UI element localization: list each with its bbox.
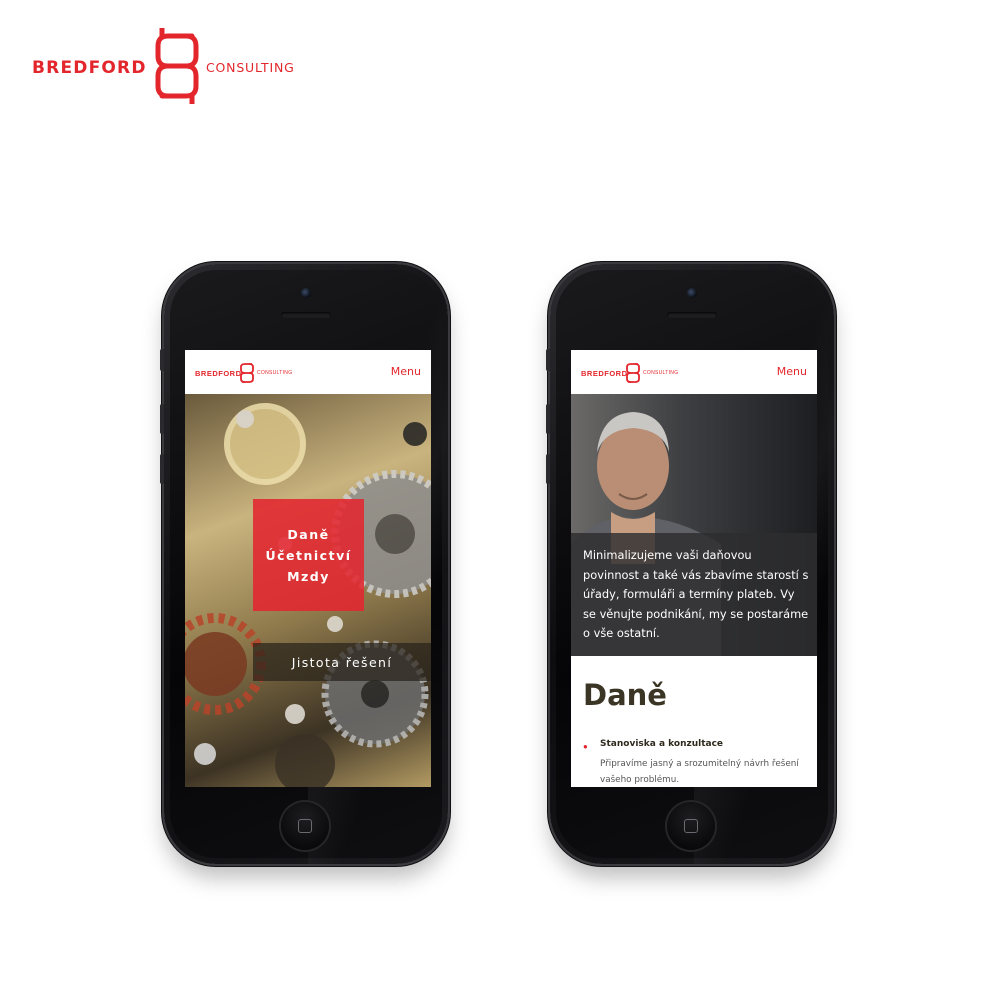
site-logo-name: BREDFORD	[195, 369, 242, 378]
phone-mockup-right: BREDFORD CONSULTING Menu Minimalizujeme …	[546, 264, 834, 864]
service-item-description: Připravíme jasný a srozumitelný návrh ře…	[600, 759, 799, 785]
site-header: BREDFORD CONSULTING Menu	[571, 350, 817, 394]
home-button[interactable]	[281, 802, 329, 850]
speaker-grille	[667, 312, 717, 318]
site-logo-tagline: CONSULTING	[643, 370, 679, 376]
brand-mark-icon	[155, 28, 199, 104]
menu-button[interactable]: Menu	[777, 365, 807, 378]
volume-up-button	[160, 404, 164, 434]
mute-switch	[160, 349, 164, 371]
volume-down-button	[546, 454, 550, 484]
volume-down-button	[160, 454, 164, 484]
service-ucetnictvi: Účetnictví	[265, 547, 352, 563]
service-dane: Daně	[287, 526, 330, 542]
site-logo-name: BREDFORD	[581, 369, 628, 378]
phone-screen: BREDFORD CONSULTING Menu Daně Účetnictví…	[185, 350, 431, 787]
brand-logo: BREDFORD CONSULTING	[32, 28, 312, 104]
services-box[interactable]: Daně Účetnictví Mzdy	[253, 499, 364, 611]
service-mzdy: Mzdy	[287, 568, 330, 584]
mute-switch	[546, 349, 550, 371]
site-logo-tagline: CONSULTING	[257, 370, 293, 376]
tagline-banner: Jistota řešení	[253, 643, 431, 681]
section-title-dane: Daně	[583, 678, 667, 712]
site-logo[interactable]: BREDFORD CONSULTING	[581, 361, 691, 385]
site-header: BREDFORD CONSULTING Menu	[185, 350, 431, 394]
menu-button[interactable]: Menu	[391, 365, 421, 378]
brand-tagline: CONSULTING	[206, 60, 295, 75]
logo-mark-icon	[626, 363, 640, 383]
home-button[interactable]	[667, 802, 715, 850]
front-camera-icon	[687, 288, 697, 298]
volume-up-button	[546, 404, 550, 434]
site-logo[interactable]: BREDFORD CONSULTING	[195, 361, 305, 385]
hero-image-gears: Daně Účetnictví Mzdy Jistota řešení	[185, 394, 431, 787]
intro-text: Minimalizujeme vaši daňovou povinnost a …	[583, 548, 809, 640]
service-item-title[interactable]: Stanoviska a konzultace	[600, 739, 723, 749]
brand-name: BREDFORD	[32, 58, 147, 78]
front-camera-icon	[301, 288, 311, 298]
logo-mark-icon	[240, 363, 254, 383]
speaker-grille	[281, 312, 331, 318]
bullet-icon: ●	[583, 742, 588, 751]
hero-tagline: Jistota řešení	[291, 654, 393, 670]
phone-screen: BREDFORD CONSULTING Menu Minimalizujeme …	[571, 350, 817, 787]
phone-mockup-left: BREDFORD CONSULTING Menu Daně Účetnictví…	[160, 264, 448, 864]
